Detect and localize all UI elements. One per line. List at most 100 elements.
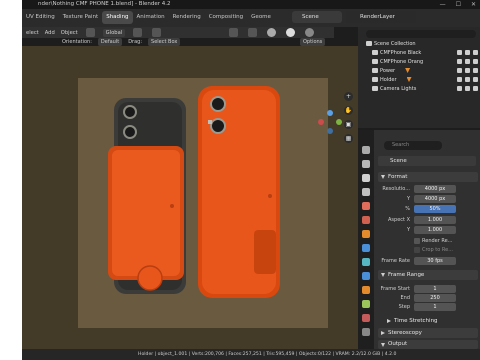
menu-object[interactable]: Object [61,30,78,36]
render-region-checkbox[interactable] [414,238,420,244]
3d-viewport[interactable] [22,46,358,349]
outliner-scene-collection[interactable]: Scene Collection [358,39,480,48]
output-panel-header[interactable]: Output [378,340,478,349]
render-tab-icon[interactable] [362,160,370,168]
aspect-y-field[interactable]: 1.000 [414,226,456,234]
gizmo-z-icon[interactable] [327,110,333,116]
tab-compositing[interactable]: Compositing [205,11,247,24]
outliner-item[interactable]: CMFPhone Orang [358,57,480,66]
eye-icon[interactable] [465,59,470,64]
eye-icon[interactable] [465,77,470,82]
gizmo-x-icon[interactable] [318,119,324,125]
overlay-icon[interactable] [229,28,239,37]
render-icon[interactable] [473,68,478,73]
visibility-toggles[interactable] [457,59,478,64]
drag-dropdown[interactable]: Select Box [148,38,181,46]
menu-select[interactable]: elect [26,30,39,36]
checkbox-icon[interactable] [457,59,462,64]
shading-solid-icon[interactable] [267,28,277,37]
navigation-gizmo[interactable] [318,110,342,134]
maximize-button[interactable]: ☐ [456,0,461,9]
outliner-item[interactable]: CMFPhone Black [358,48,480,57]
xray-icon[interactable] [248,28,258,37]
zoom-icon[interactable]: + [344,92,353,101]
perspective-grid-icon[interactable]: ▦ [344,134,353,143]
output-tab-icon[interactable] [362,174,370,182]
particles-tab-icon[interactable] [362,258,370,266]
physics-tab-icon[interactable] [362,272,370,280]
aspect-x-field[interactable]: 1.000 [414,216,456,224]
tab-rendering[interactable]: Rendering [169,11,205,24]
gizmo-y-icon[interactable] [336,119,342,125]
time-stretching-panel-header[interactable]: Time Stretching [384,316,480,326]
frame-step-field[interactable]: 1 [414,303,456,311]
render-icon[interactable] [473,50,478,55]
resolution-x-field[interactable]: 4000 px [414,185,456,193]
checkbox-icon[interactable] [457,50,462,55]
camera-view-icon[interactable]: ▣ [344,120,353,129]
options-dropdown[interactable]: Options [300,38,326,46]
shading-rendered-icon[interactable] [305,28,315,37]
eye-icon[interactable] [465,50,470,55]
snap-icon[interactable] [133,28,143,37]
visibility-toggles[interactable] [457,86,478,91]
frame-start-field[interactable]: 1 [414,285,456,293]
orientation-dropdown[interactable]: Default [97,38,123,46]
properties-search-input[interactable]: Search [384,141,442,150]
tab-texture-paint[interactable]: Texture Paint [59,11,103,24]
tab-uv-editing[interactable]: UV Editing [22,11,59,24]
data-tab-icon[interactable] [362,300,370,308]
checkbox-icon[interactable] [457,86,462,91]
frame-range-panel-header[interactable]: Frame Range [378,270,478,280]
orange-wallet[interactable] [108,146,184,291]
tool-tab-icon[interactable] [362,146,370,154]
outliner-filter[interactable] [366,30,476,38]
scene-tab-icon[interactable] [362,202,370,210]
eye-icon[interactable] [465,68,470,73]
outliner-item[interactable]: Camera Lights [358,84,480,93]
close-button[interactable]: ✕ [471,0,476,9]
outliner-item[interactable]: Holder [358,75,480,84]
object-tab-icon[interactable] [362,230,370,238]
outliner-item-label: CMFPhone Orang [380,58,424,65]
frame-end-field[interactable]: 250 [414,294,456,302]
stereoscopy-panel-header[interactable]: Stereoscopy [378,328,478,338]
tab-animation[interactable]: Animation [133,11,169,24]
transform-orientation-dropdown[interactable]: Global [102,28,126,37]
checkbox-icon[interactable] [457,68,462,73]
frame-rate-dropdown[interactable]: 30 fps [414,257,456,265]
minimize-button[interactable]: — [440,0,446,9]
phones-render[interactable] [22,46,358,349]
view-layer-tab-icon[interactable] [362,188,370,196]
window-controls: — ☐ ✕ [440,0,476,9]
pan-hand-icon[interactable]: ✋ [344,106,353,115]
render-icon[interactable] [473,77,478,82]
texture-tab-icon[interactable] [362,328,370,336]
menu-add[interactable]: Add [45,30,55,36]
checkbox-icon[interactable] [457,77,462,82]
render-icon[interactable] [473,86,478,91]
resolution-percent-field[interactable]: 50% [414,205,456,213]
outliner-item[interactable]: Power [358,66,480,75]
constraints-tab-icon[interactable] [362,286,370,294]
shading-material-icon[interactable] [286,28,296,37]
render-icon[interactable] [473,59,478,64]
visibility-toggles[interactable] [457,77,478,82]
orange-phone[interactable] [198,86,280,298]
eye-icon[interactable] [465,86,470,91]
scene-selector[interactable]: Scene [292,11,342,23]
visibility-toggles[interactable] [457,50,478,55]
tab-geometry[interactable]: Geome [247,11,275,24]
view-layer-selector[interactable]: RenderLayer [346,11,416,23]
tab-shading[interactable]: Shading [102,11,133,24]
material-tab-icon[interactable] [362,314,370,322]
crop-checkbox[interactable] [414,247,420,253]
format-header-label: Format [388,174,408,180]
world-tab-icon[interactable] [362,216,370,224]
proportional-edit-icon[interactable] [152,28,162,37]
resolution-y-field[interactable]: 4000 px [414,195,456,203]
format-panel-header[interactable]: Format [378,172,478,182]
modifier-tab-icon[interactable] [362,244,370,252]
visibility-toggles[interactable] [457,68,478,73]
gizmo-neg-z-icon[interactable] [327,128,333,134]
